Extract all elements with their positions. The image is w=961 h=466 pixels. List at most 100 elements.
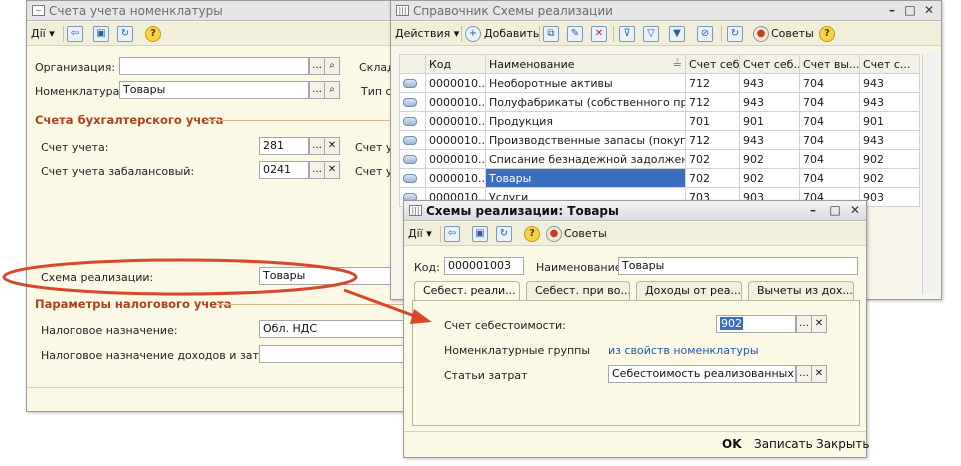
help-icon[interactable]: ? bbox=[819, 26, 835, 42]
expense-field[interactable]: Себестоимость реализованных пок bbox=[608, 365, 796, 383]
cell-account: 943 bbox=[739, 130, 800, 150]
scheme-window-titlebar[interactable]: ||| Схемы реализации: Товары – □ ✕ bbox=[404, 201, 866, 221]
add-icon[interactable]: + bbox=[465, 26, 481, 42]
tips-icon[interactable]: ● bbox=[753, 26, 769, 42]
cost-account-select-button[interactable]: … bbox=[796, 315, 812, 333]
close-icon[interactable]: ✕ bbox=[922, 3, 936, 17]
organization-field[interactable] bbox=[119, 57, 309, 75]
cell-account: 701 bbox=[685, 111, 740, 131]
table-row[interactable]: 0000010... Необоротные активы 712 943 70… bbox=[399, 73, 920, 93]
cell-account: 704 bbox=[799, 92, 860, 112]
maximize-icon[interactable]: □ bbox=[828, 203, 842, 217]
delete-icon[interactable]: ✕ bbox=[591, 26, 607, 42]
table-row[interactable]: 0000010... Продукция 701 901 704 901 bbox=[399, 111, 920, 131]
filter-clear-icon[interactable]: ⊘ bbox=[697, 26, 713, 42]
structure-icon[interactable]: ▣ bbox=[93, 26, 109, 42]
actions-menu[interactable]: Дії ▾ bbox=[408, 225, 432, 243]
tips-icon[interactable]: ● bbox=[546, 226, 562, 242]
table-row-selected[interactable]: 0000010... Товары 702 902 704 902 bbox=[399, 168, 920, 188]
organization-search-icon[interactable]: ⌕ bbox=[324, 57, 340, 75]
tab-cost-return[interactable]: Себест. при во... bbox=[526, 281, 630, 300]
footer-divider bbox=[27, 387, 425, 388]
account-select-button[interactable]: … bbox=[309, 137, 325, 155]
column-header[interactable]: Код bbox=[425, 54, 486, 74]
filter-set-icon[interactable]: ⊽ bbox=[619, 26, 635, 42]
help-icon[interactable]: ? bbox=[145, 26, 161, 42]
cell-code: 0000010... bbox=[425, 149, 486, 169]
column-header[interactable]: Счет себ... bbox=[685, 54, 740, 74]
cell-account: 902 bbox=[859, 149, 920, 169]
accounts-toolbar: Дії ▾ ⇦ ▣ ↻ ? bbox=[27, 22, 425, 46]
cell-account: 704 bbox=[799, 168, 860, 188]
close-icon[interactable]: ✕ bbox=[848, 203, 862, 217]
actions-menu[interactable]: Действия ▾ bbox=[395, 25, 459, 43]
close-button[interactable]: Закрыть bbox=[816, 437, 869, 451]
refresh-icon[interactable]: ↻ bbox=[496, 226, 512, 242]
go-to-icon[interactable]: ⇦ bbox=[67, 26, 83, 42]
refresh-icon[interactable]: ↻ bbox=[117, 26, 133, 42]
nomenclature-field[interactable]: Товары bbox=[119, 81, 309, 99]
nom-groups-link[interactable]: из свойств номенклатуры bbox=[608, 344, 759, 357]
organization-select-button[interactable]: … bbox=[309, 57, 325, 75]
cell-name: Производственные запасы (покупн... bbox=[485, 130, 686, 150]
table-row[interactable]: 0000010... Полуфабрикаты (собственного п… bbox=[399, 92, 920, 112]
actions-menu[interactable]: Дії ▾ bbox=[31, 25, 55, 43]
refresh-icon[interactable]: ↻ bbox=[727, 26, 743, 42]
cell-account: 902 bbox=[739, 168, 800, 188]
column-header[interactable]: Счет с... bbox=[859, 54, 920, 74]
structure-icon[interactable]: ▣ bbox=[472, 226, 488, 242]
offbalance-clear-icon[interactable]: ✕ bbox=[324, 161, 340, 179]
table-row[interactable]: 0000010... Производственные запасы (поку… bbox=[399, 130, 920, 150]
accounts-window: ~ Счета учета номенклатуры Дії ▾ ⇦ ▣ ↻ ?… bbox=[26, 0, 427, 412]
accounts-window-title: Счета учета номенклатуры bbox=[49, 4, 223, 18]
catalog-icon: ||| bbox=[409, 205, 422, 216]
name-field[interactable]: Товары bbox=[618, 257, 858, 275]
tax-purpose-field[interactable]: Обл. НДС bbox=[259, 320, 427, 338]
column-header[interactable]: Счет вы... bbox=[799, 54, 860, 74]
column-header[interactable]: Счет себ... bbox=[739, 54, 800, 74]
edit-icon[interactable]: ✎ bbox=[567, 26, 583, 42]
account-field[interactable]: 281 bbox=[259, 137, 309, 155]
minimize-icon[interactable]: – bbox=[806, 203, 820, 217]
cell-account: 943 bbox=[739, 73, 800, 93]
cell-account: 903 bbox=[859, 187, 920, 207]
ok-button[interactable]: OK bbox=[722, 437, 742, 451]
column-header[interactable]: Наименование ≟ bbox=[485, 54, 686, 74]
tab-cost[interactable]: Себест. реали... bbox=[414, 281, 520, 301]
cell-name: Полуфабрикаты (собственного про... bbox=[485, 92, 686, 112]
offbalance-select-button[interactable]: … bbox=[309, 161, 325, 179]
go-to-icon[interactable]: ⇦ bbox=[444, 226, 460, 242]
catalog-window-titlebar[interactable]: ||| Справочник Схемы реализации – □ ✕ bbox=[391, 1, 941, 21]
save-button[interactable]: Записать bbox=[754, 437, 813, 451]
cell-account: 902 bbox=[739, 149, 800, 169]
minimize-icon[interactable]: – bbox=[885, 3, 899, 17]
tips-button[interactable]: Советы bbox=[564, 225, 607, 243]
accounts-window-titlebar[interactable]: ~ Счета учета номенклатуры bbox=[27, 1, 425, 21]
add-button[interactable]: Добавить bbox=[484, 25, 539, 43]
account-clear-icon[interactable]: ✕ bbox=[324, 137, 340, 155]
nomenclature-select-button[interactable]: … bbox=[309, 81, 325, 99]
nomenclature-search-icon[interactable]: ⌕ bbox=[324, 81, 340, 99]
vertical-scrollbar[interactable] bbox=[922, 54, 936, 294]
table-row[interactable]: 0000010... Списание безнадежной задолжен… bbox=[399, 149, 920, 169]
tab-deductions[interactable]: Вычеты из дох... bbox=[748, 281, 854, 300]
offbalance-label: Счет учета забалансовый: bbox=[41, 165, 195, 178]
tips-button[interactable]: Советы bbox=[771, 25, 814, 43]
expense-select-button[interactable]: … bbox=[796, 365, 812, 383]
cost-account-value: 902 bbox=[720, 317, 743, 330]
tax-income-field[interactable] bbox=[259, 345, 427, 363]
tab-income[interactable]: Доходы от реа... bbox=[636, 281, 742, 300]
cost-account-field[interactable]: 902 bbox=[716, 315, 796, 333]
copy-icon[interactable]: ⧉ bbox=[543, 26, 559, 42]
code-field[interactable]: 000001003 bbox=[444, 257, 524, 275]
cell-account: 712 bbox=[685, 130, 740, 150]
offbalance-field[interactable]: 0241 bbox=[259, 161, 309, 179]
maximize-icon[interactable]: □ bbox=[903, 3, 917, 17]
filter-icon[interactable]: ▽ bbox=[643, 26, 659, 42]
expense-clear-icon[interactable]: ✕ bbox=[811, 365, 827, 383]
cell-name: Товары bbox=[485, 168, 686, 188]
side-label-2: Счет у bbox=[355, 165, 393, 178]
filter-list-icon[interactable]: ▼ bbox=[669, 26, 685, 42]
help-icon[interactable]: ? bbox=[524, 226, 540, 242]
cost-account-clear-icon[interactable]: ✕ bbox=[811, 315, 827, 333]
